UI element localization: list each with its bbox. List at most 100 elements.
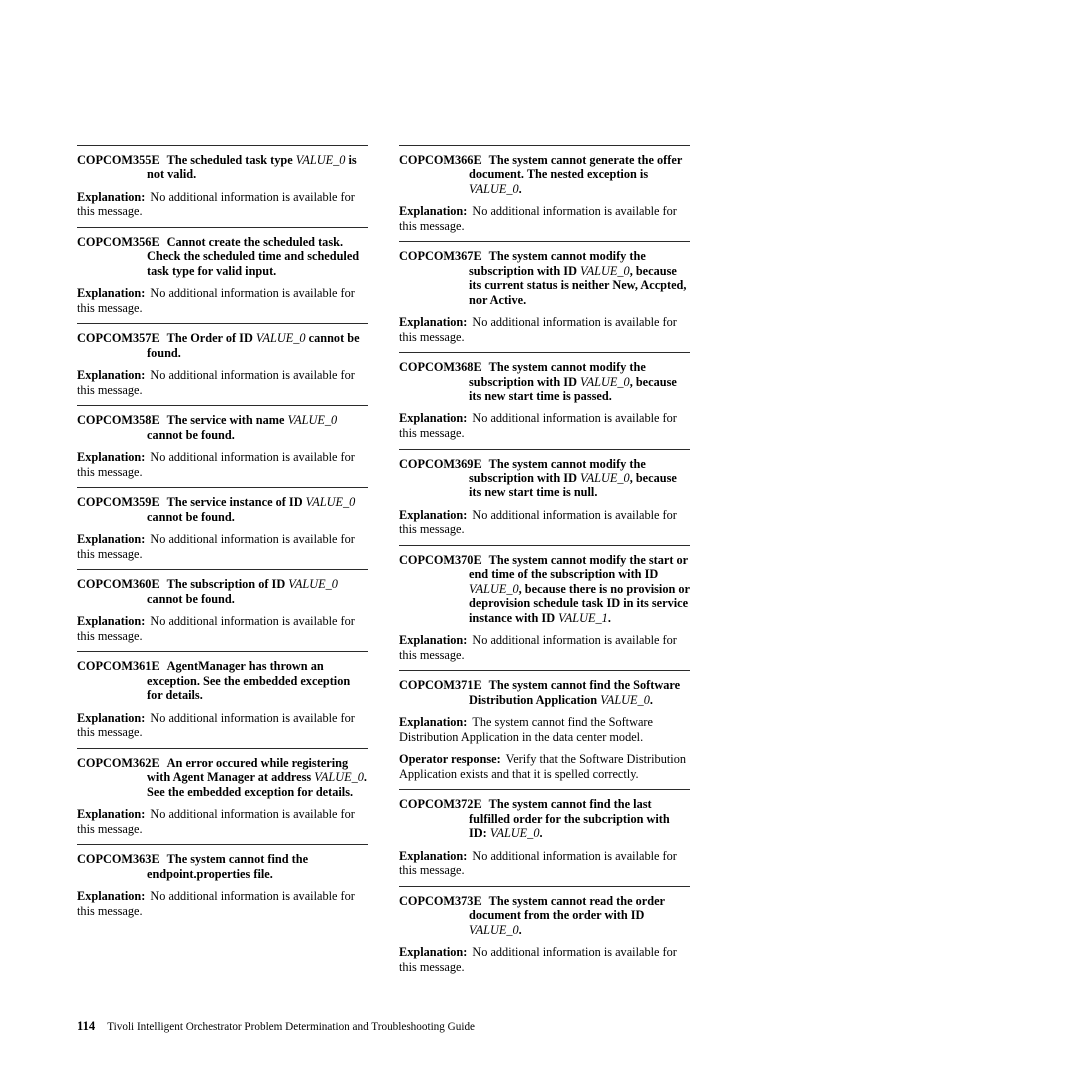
message-heading: COPCOM369E The system cannot modify the s… — [399, 457, 690, 500]
message-entry: COPCOM359E The service instance of ID VAL… — [77, 487, 368, 561]
message-entry: COPCOM373E The system cannot read the ord… — [399, 885, 690, 974]
message-id: COPCOM357E — [77, 331, 160, 346]
message-variable: VALUE_0 — [255, 331, 306, 346]
message-variable: VALUE_0 — [489, 826, 540, 841]
message-id: COPCOM356E — [77, 235, 160, 249]
message-id: COPCOM361E — [77, 659, 160, 674]
message-entry: COPCOM362E An error occured while registe… — [77, 747, 368, 836]
message-id: COPCOM367E — [399, 249, 482, 264]
message-text: The subscription of ID — [166, 577, 289, 592]
detail-label: Operator response: — [399, 752, 501, 767]
message-heading: COPCOM371E The system cannot find the Sof… — [399, 678, 690, 707]
message-heading: COPCOM367E The system cannot modify the s… — [399, 249, 690, 307]
message-text: . — [649, 692, 653, 707]
detail-label: Explanation: — [399, 633, 468, 648]
message-entry: COPCOM366E The system cannot generate the… — [399, 145, 690, 233]
message-variable: VALUE_0 — [305, 495, 356, 510]
entry-divider — [77, 569, 368, 571]
entry-divider — [77, 747, 368, 749]
message-heading: COPCOM355E The scheduled task type VALUE_… — [77, 153, 368, 182]
message-detail-block: Explanation: No additional information is… — [77, 711, 368, 740]
message-id: COPCOM360E — [77, 577, 160, 592]
message-text: The system cannot modify the start or en… — [469, 553, 688, 582]
message-variable: VALUE_0 — [287, 413, 338, 428]
entry-divider — [399, 789, 690, 791]
message-heading: COPCOM361E AgentManager has thrown an exc… — [77, 659, 368, 702]
message-text: The system cannot find the endpoint.prop… — [147, 852, 309, 881]
message-entry: COPCOM355E The scheduled task type VALUE_… — [77, 145, 368, 219]
message-text: AgentManager has thrown an exception. Se… — [147, 659, 351, 703]
detail-label: Explanation: — [77, 189, 146, 204]
message-text: cannot be found. — [147, 509, 235, 524]
message-detail-block: Explanation: No additional information is… — [77, 286, 368, 315]
message-text: . — [607, 610, 611, 625]
message-heading: COPCOM357E The Order of ID VALUE_0 cannot… — [77, 331, 368, 360]
message-entry: COPCOM367E The system cannot modify the s… — [399, 241, 690, 344]
message-text: The system cannot generate the offer doc… — [469, 153, 683, 182]
message-detail-block: Explanation: No additional information is… — [77, 368, 368, 397]
message-text: The scheduled task type — [166, 153, 296, 167]
message-text: . — [539, 826, 543, 841]
detail-label: Explanation: — [77, 807, 146, 822]
footer-title: Tivoli Intelligent Orchestrator Problem … — [107, 1021, 476, 1033]
message-entry: COPCOM357E The Order of ID VALUE_0 cannot… — [77, 323, 368, 397]
message-heading: COPCOM366E The system cannot generate the… — [399, 153, 690, 196]
message-detail-block: Explanation: The system cannot find the S… — [399, 715, 690, 744]
entry-divider — [399, 448, 690, 450]
message-detail-block: Explanation: No additional information is… — [399, 945, 690, 974]
message-detail-block: Explanation: No additional information is… — [77, 807, 368, 836]
message-entry: COPCOM370E The system cannot modify the s… — [399, 545, 690, 662]
message-heading: COPCOM368E The system cannot modify the s… — [399, 360, 690, 403]
message-text: The Order of ID — [166, 331, 256, 346]
message-id: COPCOM373E — [399, 893, 482, 908]
page-footer: 114 Tivoli Intelligent Orchestrator Probl… — [77, 1019, 977, 1034]
entry-divider — [77, 487, 368, 489]
entry-divider — [399, 670, 690, 672]
message-text: cannot be found. — [147, 427, 235, 442]
message-entry: COPCOM369E The system cannot modify the s… — [399, 448, 690, 537]
message-detail-block: Explanation: No additional information is… — [399, 508, 690, 537]
message-detail-block: Explanation: No additional information is… — [399, 204, 690, 233]
entry-divider — [399, 885, 690, 887]
message-heading: COPCOM356E Cannot create the scheduled ta… — [77, 235, 368, 278]
message-detail-block: Explanation: No additional information is… — [399, 849, 690, 878]
message-text: . — [518, 922, 522, 937]
message-id: COPCOM370E — [399, 553, 482, 568]
message-heading: COPCOM360E The subscription of ID VALUE_0… — [77, 577, 368, 606]
message-entry: COPCOM368E The system cannot modify the s… — [399, 352, 690, 440]
message-id: COPCOM366E — [399, 153, 482, 167]
message-detail-block: Explanation: No additional information is… — [399, 315, 690, 344]
message-id: COPCOM362E — [77, 755, 160, 770]
detail-label: Explanation: — [77, 286, 146, 301]
right-column: COPCOM366E The system cannot generate the… — [399, 145, 690, 982]
detail-label: Explanation: — [77, 889, 146, 904]
message-detail-block: Explanation: No additional information is… — [77, 889, 368, 918]
message-heading: COPCOM370E The system cannot modify the s… — [399, 553, 690, 625]
detail-label: Explanation: — [77, 532, 146, 547]
message-variable: VALUE_0 — [314, 770, 364, 785]
message-detail-block: Explanation: No additional information is… — [77, 190, 368, 219]
message-heading: COPCOM362E An error occured while registe… — [77, 756, 368, 799]
message-heading: COPCOM373E The system cannot read the ord… — [399, 894, 690, 937]
message-heading: COPCOM359E The service instance of ID VAL… — [77, 495, 368, 524]
message-text: cannot be found. — [147, 591, 235, 606]
message-variable: VALUE_0 — [600, 692, 650, 707]
message-variable: VALUE_0 — [580, 471, 630, 486]
entry-divider — [77, 323, 368, 325]
message-text: The system cannot read the order documen… — [469, 893, 665, 923]
entry-divider — [399, 352, 690, 354]
message-entry: COPCOM363E The system cannot find the end… — [77, 844, 368, 918]
detail-label: Explanation: — [399, 848, 468, 863]
message-variable: VALUE_0 — [580, 374, 630, 389]
entry-divider — [399, 145, 690, 146]
message-detail-block: Explanation: No additional information is… — [399, 633, 690, 662]
message-variable: VALUE_1 — [558, 610, 608, 625]
entry-divider — [77, 405, 368, 407]
message-id: COPCOM363E — [77, 852, 160, 867]
detail-label: Explanation: — [77, 614, 146, 629]
message-text: Cannot create the scheduled task. Check … — [147, 235, 360, 278]
message-text: The service with name — [166, 413, 288, 428]
detail-label: Explanation: — [77, 368, 146, 383]
message-variable: VALUE_0 — [469, 922, 519, 937]
message-id: COPCOM371E — [399, 678, 482, 693]
